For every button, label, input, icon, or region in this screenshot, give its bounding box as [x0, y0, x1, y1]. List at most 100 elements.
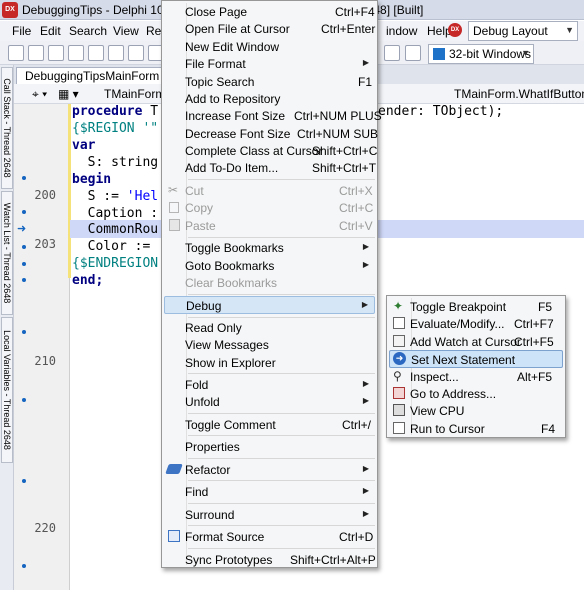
breakpoint-dot[interactable]	[22, 479, 26, 483]
menu-item-surround[interactable]: Surround ▶	[164, 506, 375, 523]
menu-item-label: Find	[185, 485, 209, 499]
method-combo[interactable]: TMainForm.WhatIfButtonC	[454, 87, 584, 101]
reopen-icon[interactable]	[108, 45, 124, 61]
menu-item-label: Surround	[185, 508, 235, 522]
menu-edit[interactable]: Edit	[40, 24, 61, 38]
arrow-right-circle-icon: ➜	[393, 352, 406, 365]
breakpoint-dot[interactable]	[22, 245, 26, 249]
menu-item-unfold[interactable]: Unfold ▶	[164, 393, 375, 410]
scissors-icon: ✂	[168, 183, 179, 197]
menu-item-goto-bookmarks[interactable]: Goto Bookmarks ▶	[164, 257, 375, 274]
menu-item-file-format[interactable]: File Format ▶	[164, 55, 375, 72]
chevron-right-icon: ▶	[362, 464, 369, 473]
unit-icon[interactable]: ▦ ▾	[58, 87, 79, 101]
breakpoint-dot[interactable]	[22, 278, 26, 282]
folder-icon[interactable]	[128, 45, 144, 61]
menu-item-debug[interactable]: Debug ▶	[164, 296, 375, 314]
magnifier-icon: ⚲	[393, 369, 402, 383]
menu-window[interactable]: indow	[386, 24, 417, 38]
tab-debuggingtipsmainform[interactable]: DebuggingTipsMainForm ✕	[16, 67, 185, 84]
tab-watch-list[interactable]: Watch List - Thread 2648	[1, 191, 13, 315]
structure-icon[interactable]: ⌖ ▾	[32, 87, 47, 102]
menu-item-shortcut: F5	[538, 300, 553, 314]
tab-local-variables[interactable]: Local Variables - Thread 2648	[1, 317, 13, 463]
breakpoint-dot[interactable]	[22, 330, 26, 334]
layout-combo[interactable]: Debug Layout ▼	[468, 21, 578, 41]
menu-item-label: Cut	[185, 184, 204, 198]
menu-item-copy[interactable]: Copy Ctrl+C	[164, 199, 375, 216]
menu-item-run-to-cursor[interactable]: Run to Cursor F4	[389, 420, 563, 437]
breakpoint-dot[interactable]	[22, 564, 26, 568]
menu-item-add-watch[interactable]: Add Watch at Cursor Ctrl+F5	[389, 333, 563, 350]
menu-item-label: Copy	[185, 201, 214, 215]
menu-item-close-page[interactable]: Close Page Ctrl+F4	[164, 3, 375, 20]
menu-item-add-todo[interactable]: Add To-Do Item... Shift+Ctrl+T	[164, 159, 376, 176]
menu-search[interactable]: Search	[69, 24, 107, 38]
menu-item-cut[interactable]: ✂ Cut Ctrl+X	[164, 182, 375, 199]
tab-call-stack[interactable]: Call Stack - Thread 2648	[1, 67, 13, 189]
run-icon[interactable]	[384, 45, 400, 61]
menu-item-refactor[interactable]: Refactor ▶	[164, 461, 375, 478]
new-file-icon[interactable]	[8, 45, 24, 61]
class-combo[interactable]: TMainForm	[104, 87, 165, 101]
breakpoint-dot[interactable]	[22, 176, 26, 180]
menu-item-read-only[interactable]: Read Only	[164, 319, 375, 336]
menu-item-view-messages[interactable]: View Messages	[164, 336, 375, 353]
menu-item-inspect[interactable]: ⚲ Inspect... Alt+F5	[389, 368, 563, 385]
menu-item-view-cpu[interactable]: View CPU	[389, 402, 563, 419]
code-line: S: string	[72, 155, 159, 170]
open-project-icon[interactable]	[88, 45, 104, 61]
menu-item-label: Close Page	[185, 5, 248, 19]
save-all-icon[interactable]	[68, 45, 84, 61]
menu-item-open-file-at-cursor[interactable]: Open File at Cursor Ctrl+Enter	[164, 20, 375, 37]
menu-item-clear-bookmarks[interactable]: Clear Bookmarks	[164, 274, 375, 291]
editor-context-menu: Close Page Ctrl+F4 Open File at Cursor C…	[161, 0, 382, 568]
delphi-logo-icon: DX	[2, 2, 18, 18]
menu-item-go-to-address[interactable]: Go to Address...	[389, 385, 563, 402]
menu-item-decrease-font-size[interactable]: Decrease Font Size Ctrl+NUM SUB	[164, 125, 379, 142]
code-line: Caption :	[72, 206, 159, 221]
save-icon[interactable]	[48, 45, 64, 61]
chevron-right-icon: ▶	[362, 242, 369, 251]
stop-icon[interactable]	[405, 45, 421, 61]
breakpoint-dot[interactable]	[22, 210, 26, 214]
menu-item-shortcut: Ctrl+F4	[335, 5, 375, 19]
doc-tab-label: DebuggingTipsMainForm	[25, 69, 160, 83]
menu-item-shortcut: Ctrl+X	[339, 184, 373, 198]
menu-item-complete-class[interactable]: Complete Class at Cursor Shift+Ctrl+C	[164, 142, 377, 159]
menu-item-evaluate-modify[interactable]: Evaluate/Modify... Ctrl+F7	[389, 315, 563, 332]
menu-item-shortcut: Ctrl+C	[339, 201, 374, 215]
menu-item-format-source[interactable]: Format Source Ctrl+D	[164, 528, 375, 545]
breakpoint-dot[interactable]	[22, 262, 26, 266]
menu-view[interactable]: View	[113, 24, 139, 38]
menu-item-paste[interactable]: Paste Ctrl+V	[164, 217, 375, 234]
menu-item-show-in-explorer[interactable]: Show in Explorer	[164, 354, 375, 371]
menu-item-fold[interactable]: Fold ▶	[164, 376, 375, 393]
menu-item-label: Increase Font Size	[185, 109, 286, 123]
menu-item-add-to-repository[interactable]: Add to Repository	[164, 90, 375, 107]
menu-item-find[interactable]: Find ▶	[164, 483, 375, 500]
menu-item-sync-prototypes[interactable]: Sync Prototypes Shift+Ctrl+Alt+P	[164, 551, 376, 568]
debug-badge-icon: DX	[448, 23, 462, 37]
menu-item-toggle-breakpoint[interactable]: ✦ Toggle Breakpoint F5	[389, 298, 563, 315]
menu-item-toggle-bookmarks[interactable]: Toggle Bookmarks ▶	[164, 239, 375, 256]
menu-file[interactable]: File	[12, 24, 31, 38]
menu-item-label: Go to Address...	[410, 387, 497, 401]
menu-item-label: Add To-Do Item...	[185, 161, 279, 175]
menu-item-label: Run to Cursor	[410, 422, 485, 436]
platform-combo[interactable]: 32-bit Windows ▼	[428, 44, 534, 64]
menu-item-shortcut: Ctrl+NUM SUB	[297, 127, 379, 141]
platform-combo-value: 32-bit Windows	[449, 47, 532, 61]
breakpoint-dot[interactable]	[22, 398, 26, 402]
menu-separator	[188, 373, 375, 374]
format-source-icon	[168, 530, 180, 542]
menu-item-topic-search[interactable]: Topic Search F1	[164, 73, 375, 90]
copy-icon	[169, 202, 179, 213]
menu-item-increase-font-size[interactable]: Increase Font Size Ctrl+NUM PLUS	[164, 107, 382, 124]
menu-item-properties[interactable]: Properties	[164, 438, 375, 455]
menu-item-shortcut: Ctrl+F5	[514, 335, 554, 349]
menu-item-toggle-comment[interactable]: Toggle Comment Ctrl+/	[164, 416, 375, 433]
menu-item-new-edit-window[interactable]: New Edit Window	[164, 38, 375, 55]
open-file-icon[interactable]	[28, 45, 44, 61]
menu-item-set-next-statement[interactable]: ➜ Set Next Statement	[389, 350, 563, 368]
